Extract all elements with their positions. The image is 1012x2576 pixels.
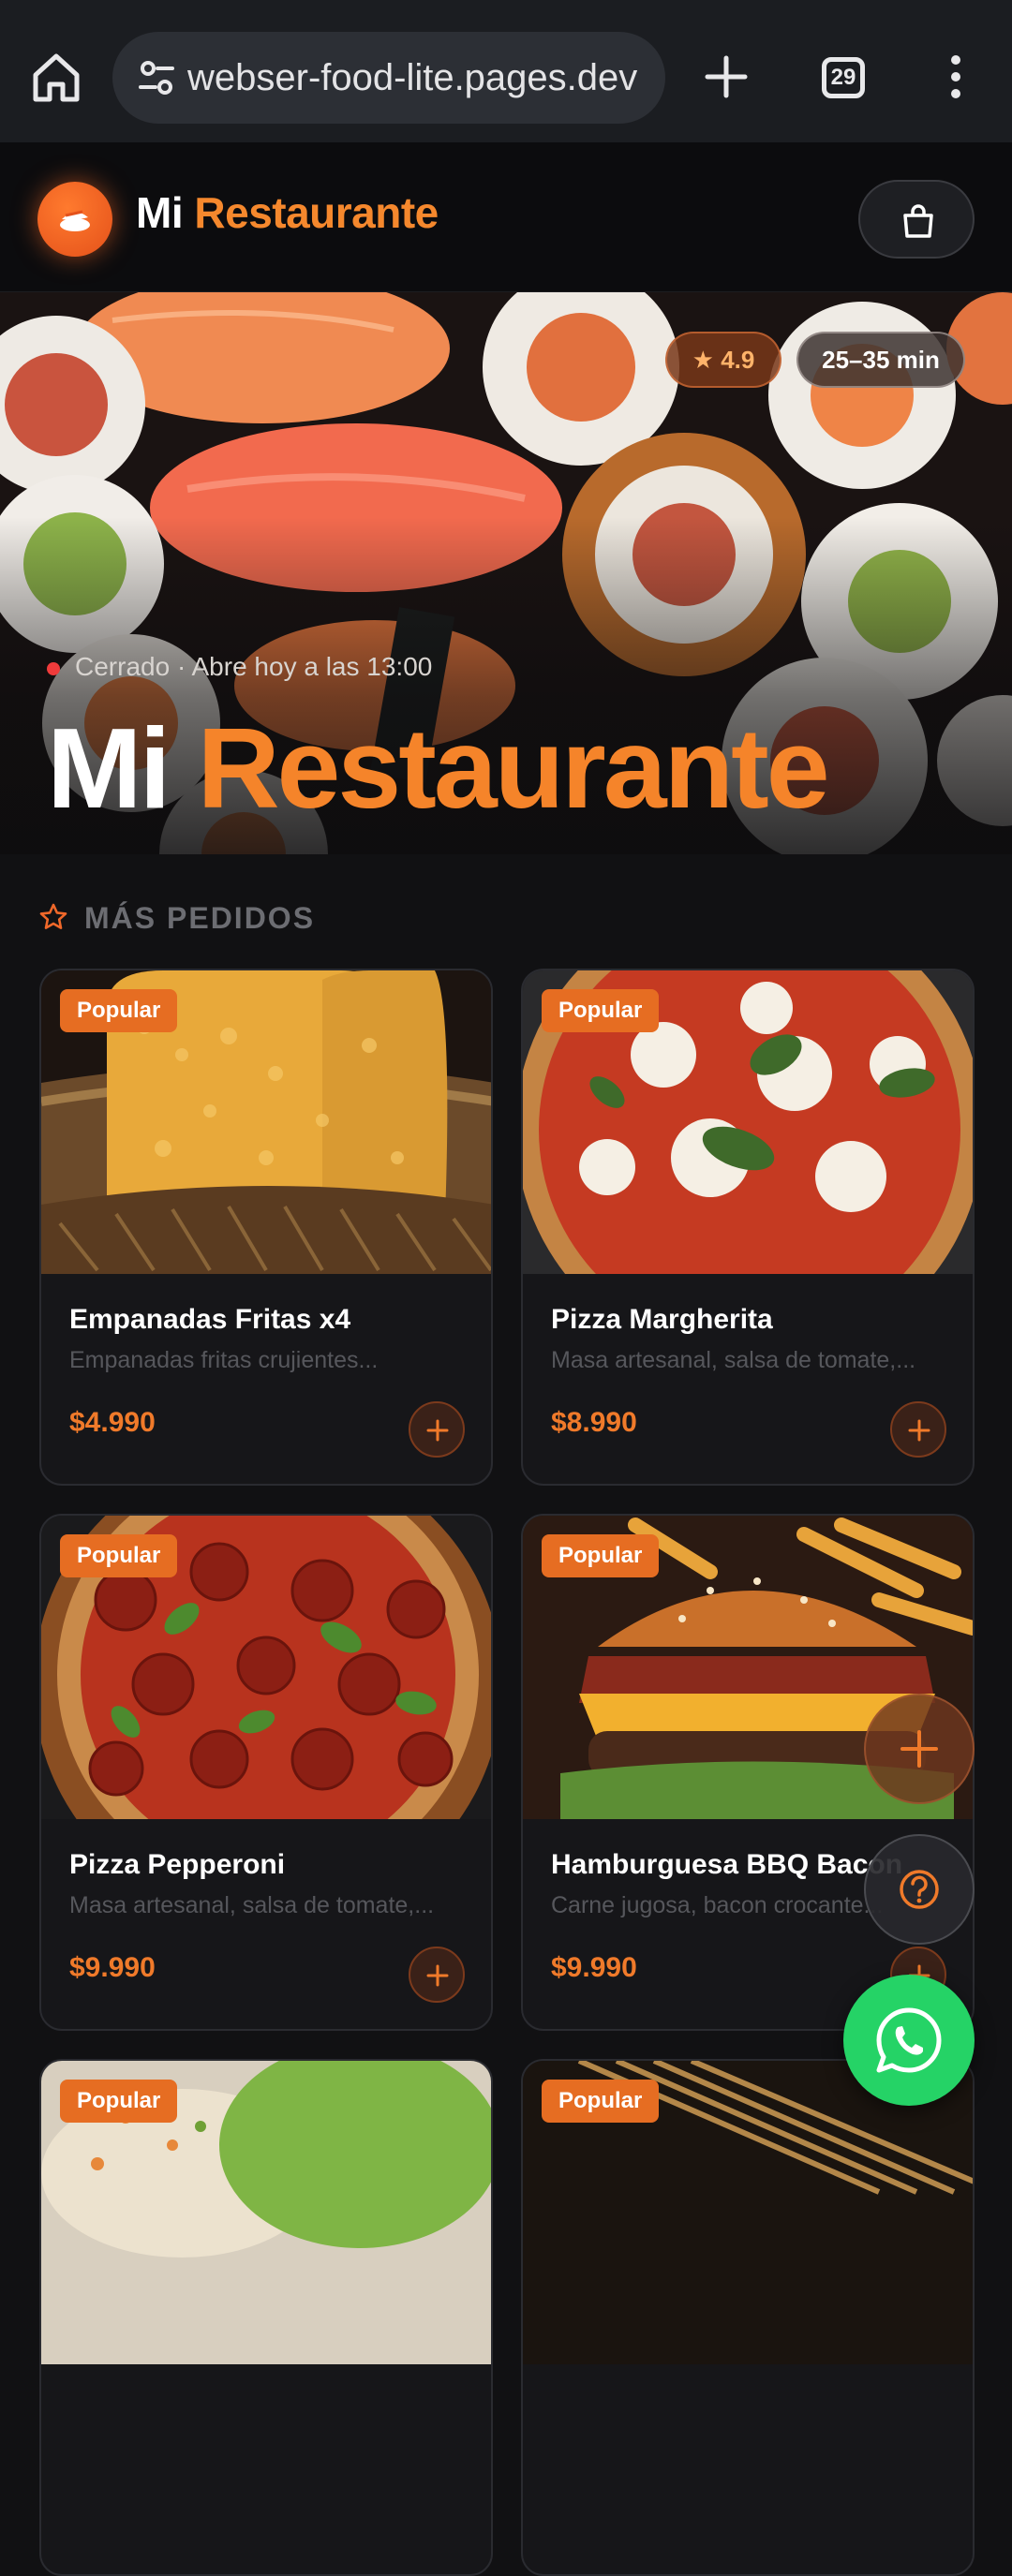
add-to-cart-button[interactable] bbox=[890, 1401, 946, 1458]
hero-title: Mi Restaurante bbox=[47, 703, 830, 834]
help-button[interactable] bbox=[864, 1834, 975, 1945]
product-price: $8.990 bbox=[551, 1407, 637, 1438]
help-icon bbox=[900, 1870, 939, 1909]
product-description: Masa artesanal, salsa de tomate,... bbox=[551, 1347, 916, 1373]
product-name: Empanadas Fritas x4 bbox=[69, 1304, 351, 1335]
hero-banner: ★ 4.9 25–35 min Cerrado · Abre hoy a las… bbox=[0, 292, 1012, 854]
site-header: Mi Restaurante bbox=[0, 142, 1012, 292]
floating-add-button[interactable] bbox=[864, 1694, 975, 1804]
product-card[interactable]: Popular bbox=[39, 2059, 493, 2576]
brand-second: Restaurante bbox=[194, 188, 439, 237]
tabs-icon[interactable]: 29 bbox=[822, 57, 865, 98]
product-card[interactable]: Popular bbox=[521, 2059, 975, 2576]
add-to-cart-button[interactable] bbox=[409, 1401, 465, 1458]
product-price: $4.990 bbox=[69, 1407, 156, 1438]
status-indicator bbox=[47, 662, 60, 675]
product-description: Masa artesanal, salsa de tomate,... bbox=[69, 1892, 435, 1918]
hero-title-first: Mi bbox=[47, 704, 171, 832]
product-description: Empanadas fritas crujientes... bbox=[69, 1347, 379, 1373]
product-card[interactable]: Popular Pizza Pepperoni Masa artesanal, … bbox=[39, 1514, 493, 2031]
popular-badge: Popular bbox=[60, 1534, 178, 1577]
product-name: Pizza Pepperoni bbox=[69, 1849, 286, 1880]
plus-icon bbox=[426, 1419, 449, 1442]
new-tab-icon[interactable] bbox=[698, 49, 754, 105]
popular-badge: Popular bbox=[542, 989, 660, 1032]
product-name: Pizza Margherita bbox=[551, 1304, 773, 1335]
cart-button[interactable] bbox=[858, 180, 975, 259]
logo[interactable] bbox=[37, 182, 112, 257]
popular-badge: Popular bbox=[542, 2080, 660, 2123]
home-icon[interactable] bbox=[28, 49, 84, 105]
opening-status: Cerrado · Abre hoy a las 13:00 bbox=[75, 652, 433, 681]
popular-badge: Popular bbox=[542, 1534, 660, 1577]
plus-icon bbox=[908, 1419, 930, 1442]
rating-badge: ★ 4.9 bbox=[665, 332, 781, 388]
whatsapp-button[interactable] bbox=[843, 1975, 975, 2106]
plus-icon bbox=[426, 1964, 449, 1987]
popular-badge: Popular bbox=[60, 2080, 178, 2123]
popular-badge: Popular bbox=[60, 989, 178, 1032]
sushi-icon bbox=[60, 210, 90, 231]
section-title: MÁS PEDIDOS bbox=[84, 901, 316, 935]
delivery-time-badge: 25–35 min bbox=[796, 332, 965, 388]
more-vert-icon[interactable] bbox=[942, 49, 970, 105]
hero-title-second: Restaurante bbox=[197, 704, 829, 832]
brand-first: Mi bbox=[136, 188, 184, 237]
plus-icon bbox=[900, 1730, 938, 1768]
brand-name[interactable]: Mi Restaurante bbox=[136, 187, 439, 238]
product-price: $9.990 bbox=[69, 1952, 156, 1983]
shopping-bag-icon bbox=[903, 204, 933, 238]
address-bar[interactable]: webser-food-lite.pages.dev bbox=[112, 32, 665, 124]
url-text[interactable]: webser-food-lite.pages.dev bbox=[187, 32, 656, 124]
product-card[interactable]: Popular Empanadas Fritas x4 Empanadas fr… bbox=[39, 969, 493, 1486]
browser-toolbar: webser-food-lite.pages.dev 29 bbox=[0, 0, 1012, 142]
product-card[interactable]: Popular Pizza Margherita Masa artesanal,… bbox=[521, 969, 975, 1486]
site-settings-icon[interactable] bbox=[129, 50, 186, 106]
whatsapp-icon bbox=[876, 2007, 942, 2073]
star-icon bbox=[39, 903, 67, 929]
add-to-cart-button[interactable] bbox=[409, 1947, 465, 2003]
product-price: $9.990 bbox=[551, 1952, 637, 1983]
